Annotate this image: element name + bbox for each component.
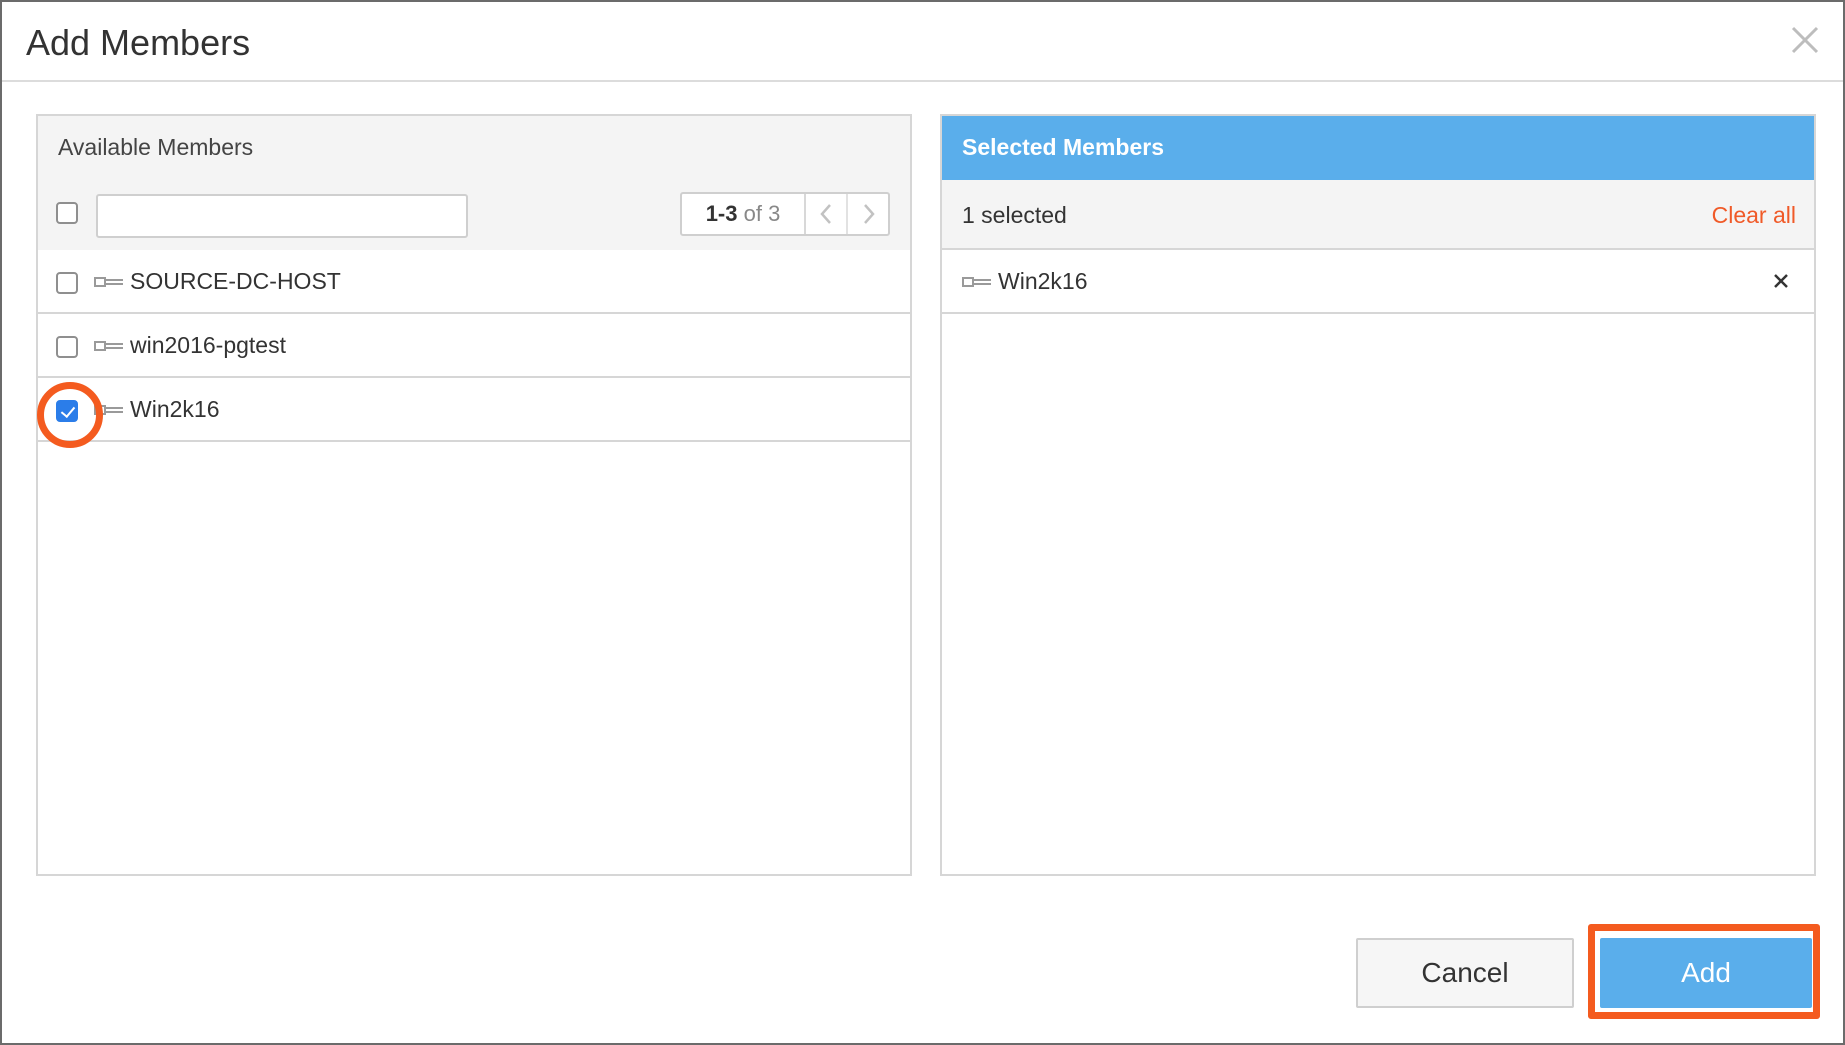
cancel-button[interactable]: Cancel <box>1356 938 1574 1008</box>
chevron-right-icon <box>864 204 875 224</box>
selected-members-header: Selected Members <box>942 116 1814 180</box>
dialog-title: Add Members <box>26 22 251 63</box>
next-page-button[interactable] <box>848 194 890 234</box>
selected-members-panel: Selected Members 1 selected Clear all Wi… <box>940 114 1816 876</box>
prev-page-button[interactable] <box>806 194 848 234</box>
pager-range: 1-3 of 3 <box>682 194 806 234</box>
search-input[interactable] <box>96 194 468 238</box>
available-members-panel: Available Members 1-3 of 3 SOURCE-DC-HOS… <box>36 114 912 876</box>
host-icon <box>94 341 123 351</box>
list-item[interactable]: Win2k16 <box>38 378 910 442</box>
add-members-dialog: Add Members Available Members 1-3 of 3 S… <box>0 0 1845 1045</box>
row-checkbox[interactable] <box>56 272 78 294</box>
close-icon[interactable] <box>1785 20 1825 60</box>
available-members-header: Available Members 1-3 of 3 <box>38 116 910 252</box>
list-item[interactable]: win2016-pgtest <box>38 314 910 378</box>
chevron-left-icon <box>820 204 831 224</box>
selected-members-title: Selected Members <box>962 134 1164 160</box>
selected-item-label: Win2k16 <box>998 268 1088 294</box>
selected-count: 1 selected <box>962 202 1067 228</box>
selected-list-item: Win2k16 <box>942 250 1814 314</box>
selected-summary-bar: 1 selected Clear all <box>942 180 1814 250</box>
select-all-checkbox[interactable] <box>56 202 78 224</box>
list-item[interactable]: SOURCE-DC-HOST <box>38 250 910 314</box>
dialog-header: Add Members <box>2 2 1843 82</box>
pager-range-value: 1-3 <box>705 201 738 226</box>
pager-of-total: of 3 <box>743 201 781 226</box>
list-item-label: win2016-pgtest <box>130 332 286 358</box>
host-icon <box>94 277 123 287</box>
list-item-label: Win2k16 <box>130 396 220 422</box>
host-icon <box>94 405 123 415</box>
clear-all-link[interactable]: Clear all <box>1712 202 1796 229</box>
remove-icon[interactable] <box>1772 272 1790 290</box>
add-button[interactable]: Add <box>1600 938 1812 1008</box>
host-icon <box>962 277 991 287</box>
available-members-title: Available Members <box>58 134 254 160</box>
row-checkbox[interactable] <box>56 336 78 358</box>
pager: 1-3 of 3 <box>680 192 890 236</box>
row-checkbox-checked[interactable] <box>56 400 78 422</box>
list-item-label: SOURCE-DC-HOST <box>130 268 341 294</box>
